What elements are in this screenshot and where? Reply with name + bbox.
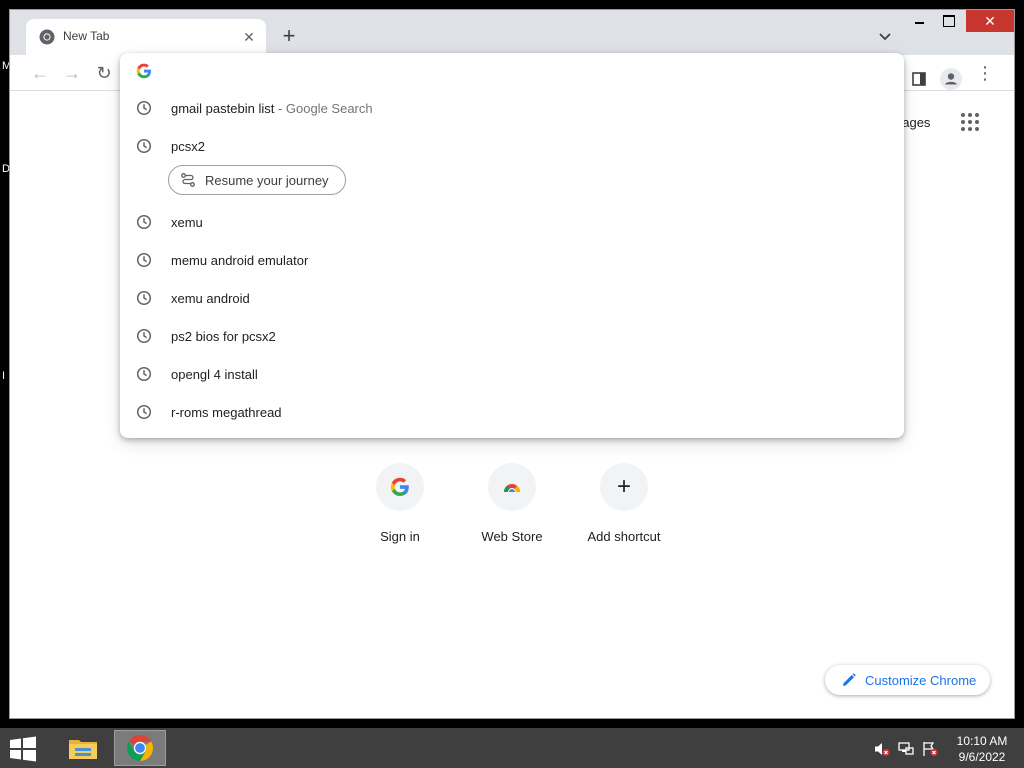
- suggestion-suffix: - Google Search: [274, 100, 373, 116]
- taskbar-file-explorer[interactable]: [57, 730, 109, 766]
- suggestion-text: ps2 bios for pcsx2: [171, 328, 276, 344]
- clock-icon: [136, 214, 152, 230]
- tab-new-tab[interactable]: New Tab ✕: [26, 19, 266, 55]
- omnibox-dropdown: gmail pastebin list - Google Search pcsx…: [120, 53, 904, 438]
- customize-chrome-button[interactable]: Customize Chrome: [825, 665, 990, 695]
- suggestion-item[interactable]: ps2 bios for pcsx2: [120, 317, 904, 355]
- suggestion-text: xemu android: [171, 290, 250, 306]
- shortcut-label: Add shortcut: [587, 529, 661, 544]
- google-g-icon: [390, 477, 409, 496]
- suggestion-item[interactable]: opengl 4 install: [120, 355, 904, 393]
- resume-journey-button[interactable]: Resume your journey: [168, 165, 346, 195]
- chrome-window: New Tab ✕ + ✕ ← → ↻ ⋮ nages Sign in Web …: [9, 9, 1015, 719]
- shortcut-web-store[interactable]: Web Store: [456, 463, 568, 544]
- clock-icon: [136, 138, 152, 154]
- menu-kebab-icon[interactable]: ⋮: [973, 61, 997, 85]
- journey-icon: [181, 173, 195, 187]
- shortcut-add[interactable]: + Add shortcut: [568, 463, 680, 544]
- window-close-button[interactable]: ✕: [966, 10, 1014, 32]
- clock-icon: [136, 328, 152, 344]
- forward-button[interactable]: →: [60, 61, 84, 85]
- suggestion-item[interactable]: gmail pastebin list - Google Search: [120, 89, 904, 127]
- maximize-button[interactable]: [938, 10, 960, 32]
- desktop-icon-label: I: [2, 370, 6, 382]
- suggestion-item[interactable]: xemu android: [120, 279, 904, 317]
- side-panel-icon[interactable]: [912, 72, 926, 86]
- shortcut-label: Sign in: [380, 529, 420, 544]
- pencil-icon: [843, 673, 856, 686]
- minimize-button[interactable]: [910, 10, 932, 32]
- back-button[interactable]: ←: [28, 61, 52, 85]
- chrome-icon: [39, 29, 55, 45]
- volume-muted-icon[interactable]: [874, 741, 890, 757]
- omnibox-input[interactable]: [168, 63, 868, 81]
- clock-icon: [136, 252, 152, 268]
- reload-button[interactable]: ↻: [92, 61, 116, 85]
- google-g-icon: [136, 63, 152, 79]
- shortcut-sign-in[interactable]: Sign in: [344, 463, 456, 544]
- shortcut-label: Web Store: [481, 529, 543, 544]
- suggestion-text: pcsx2: [171, 138, 205, 154]
- clock-icon: [136, 100, 152, 116]
- tab-strip: New Tab ✕ + ✕: [10, 10, 1014, 55]
- suggestion-text: gmail pastebin list - Google Search: [171, 100, 373, 116]
- suggestion-text: memu android emulator: [171, 252, 309, 268]
- shortcut-tile: [488, 463, 536, 511]
- action-center-flag-icon[interactable]: [922, 741, 938, 757]
- windows-start-icon[interactable]: [8, 736, 38, 762]
- plus-icon: +: [616, 473, 631, 500]
- clock-icon: [136, 366, 152, 382]
- clock-date[interactable]: 9/6/2022: [952, 750, 1012, 764]
- profile-avatar-icon[interactable]: [940, 68, 962, 90]
- chrome-icon: [126, 734, 154, 762]
- resume-journey-label: Resume your journey: [205, 172, 329, 188]
- suggestion-text: r-roms megathread: [171, 404, 282, 420]
- suggestion-item[interactable]: r-roms megathread: [120, 393, 904, 431]
- clock-icon: [136, 404, 152, 420]
- clock-time[interactable]: 10:10 AM: [952, 734, 1012, 748]
- new-tab-button[interactable]: +: [276, 24, 302, 50]
- taskbar: 10:10 AM 9/6/2022: [0, 728, 1024, 768]
- close-tab-icon[interactable]: ✕: [240, 28, 258, 46]
- shortcut-tile: [376, 463, 424, 511]
- tab-search-chevron-icon[interactable]: [875, 26, 895, 46]
- shortcut-tile: +: [600, 463, 648, 511]
- suggestion-item[interactable]: memu android emulator: [120, 241, 904, 279]
- clock-icon: [136, 290, 152, 306]
- web-store-icon: [504, 484, 520, 492]
- taskbar-chrome[interactable]: [114, 730, 166, 766]
- tab-title: New Tab: [63, 29, 110, 43]
- suggestion-text: xemu: [171, 214, 203, 230]
- suggestion-item[interactable]: pcsx2: [120, 127, 904, 165]
- network-icon[interactable]: [898, 741, 914, 757]
- suggestion-text: opengl 4 install: [171, 366, 258, 382]
- apps-grid-icon[interactable]: [961, 113, 981, 133]
- suggestion-item[interactable]: xemu: [120, 203, 904, 241]
- file-explorer-icon: [69, 740, 97, 759]
- customize-chrome-label: Customize Chrome: [865, 672, 977, 688]
